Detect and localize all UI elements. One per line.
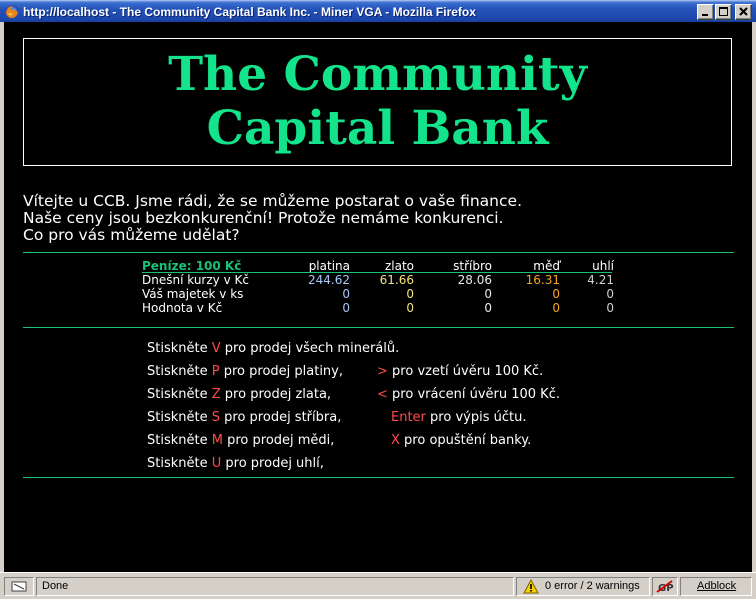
menu-text: pro výpis účtu. xyxy=(430,410,527,425)
bank-title: The Community Capital Bank xyxy=(168,47,587,156)
table-cell: 28.06 xyxy=(457,273,492,287)
menu-text: pro prodej zlata, xyxy=(224,387,332,402)
hotkey: Enter xyxy=(391,410,426,425)
table-cell: 0 xyxy=(406,287,414,301)
menu-text: pro vrácení úvěru 100 Kč. xyxy=(392,387,560,402)
menu-text: pro prodej platiny, xyxy=(223,364,343,379)
menu-item-leave-bank[interactable]: X pro opuštění banky. xyxy=(391,429,531,452)
menu-prefix: Stiskněte xyxy=(147,387,208,402)
table-cell: 4.21 xyxy=(587,273,614,287)
column-header: stříbro xyxy=(453,259,492,273)
menu-item-sell-copper[interactable]: Stiskněte M pro prodej mědi, X pro opušt… xyxy=(147,429,707,452)
menu-text: pro prodej stříbra, xyxy=(224,410,342,425)
table-cell: 0 xyxy=(406,301,414,315)
status-bar: Done 0 error / 2 warnings GP Adblock xyxy=(0,572,756,599)
table-cell: 0 xyxy=(552,287,560,301)
maximize-icon xyxy=(719,7,728,16)
menu-prefix: Stiskněte xyxy=(147,456,208,471)
hotkey: > xyxy=(377,364,388,379)
row-label: Dnešní kurzy v Kč xyxy=(142,273,249,287)
divider xyxy=(23,327,734,328)
menu-prefix: Stiskněte xyxy=(147,410,208,425)
status-text-box: Done xyxy=(36,577,514,596)
close-button[interactable] xyxy=(735,4,752,20)
menu-item-repay-loan[interactable]: < pro vrácení úvěru 100 Kč. xyxy=(377,383,560,406)
window-titlebar[interactable]: http://localhost - The Community Capital… xyxy=(0,0,756,22)
table-cell: 0 xyxy=(484,287,492,301)
menu-prefix: Stiskněte xyxy=(147,341,208,356)
menu-text: pro prodej všech minerálů. xyxy=(224,341,400,356)
table-cell: 0 xyxy=(552,301,560,315)
menu-text: pro vzetí úvěru 100 Kč. xyxy=(392,364,544,379)
menu-text: pro prodej uhlí, xyxy=(225,456,324,471)
gp-icon: GP xyxy=(656,580,674,594)
hotkey: P xyxy=(211,364,220,379)
money-balance: Peníze: 100 Kč xyxy=(142,259,242,273)
menu-item-sell-gold[interactable]: Stiskněte Z pro prodej zlata, < pro vrác… xyxy=(147,383,707,406)
intro-line: Naše ceny jsou bezkonkurenční! Protože n… xyxy=(23,209,504,227)
column-header: měď xyxy=(533,259,560,273)
row-label: Váš majetek v ks xyxy=(142,287,244,301)
bank-banner: The Community Capital Bank xyxy=(23,38,732,166)
proxy-status[interactable]: GP xyxy=(652,577,678,596)
maximize-button[interactable] xyxy=(715,4,732,20)
divider xyxy=(23,252,734,253)
table-header-row: Peníze: 100 Kč platina zlato stříbro měď… xyxy=(142,259,622,273)
menu-item-sell-platinum[interactable]: Stiskněte P pro prodej platiny, > pro vz… xyxy=(147,360,707,383)
minimize-button[interactable] xyxy=(697,4,714,20)
table-cell: 0 xyxy=(606,287,614,301)
menu-item-sell-silver[interactable]: Stiskněte S pro prodej stříbra, Enter pr… xyxy=(147,406,707,429)
firefox-icon xyxy=(5,5,19,19)
hotkey: S xyxy=(211,410,221,425)
status-text: Done xyxy=(42,580,69,592)
menu-prefix: Stiskněte xyxy=(147,364,208,379)
menu-item-account-statement[interactable]: Enter pro výpis účtu. xyxy=(391,406,526,429)
hotkey: X xyxy=(391,433,400,448)
network-icon xyxy=(11,581,27,592)
column-header: platina xyxy=(308,259,350,273)
table-cell: 244.62 xyxy=(308,273,350,287)
menu-prefix: Stiskněte xyxy=(147,433,208,448)
column-header: zlato xyxy=(384,259,414,273)
table-cell: 61.66 xyxy=(379,273,414,287)
key-menu: Stiskněte V pro prodej všech minerálů. S… xyxy=(147,337,707,475)
hotkey: Z xyxy=(211,387,221,402)
table-cell: 16.31 xyxy=(525,273,560,287)
intro-text: Vítejte u CCB. Jsme rádi, že se můžeme p… xyxy=(23,193,743,244)
table-row: Hodnota v Kč 0 0 0 0 0 xyxy=(142,301,622,315)
menu-item-sell-all[interactable]: Stiskněte V pro prodej všech minerálů. xyxy=(147,337,707,360)
close-icon xyxy=(739,7,748,16)
menu-text: pro prodej mědi, xyxy=(227,433,335,448)
error-console-status[interactable]: 0 error / 2 warnings xyxy=(516,577,650,596)
adblock-label: Adblock xyxy=(697,580,737,592)
divider xyxy=(23,477,734,478)
error-count: 0 error / 2 warnings xyxy=(545,580,640,592)
intro-line: Vítejte u CCB. Jsme rádi, že se můžeme p… xyxy=(23,192,522,210)
price-table: Peníze: 100 Kč platina zlato stříbro měď… xyxy=(142,259,622,315)
menu-item-sell-coal[interactable]: Stiskněte U pro prodej uhlí, xyxy=(147,452,707,475)
hotkey: U xyxy=(211,456,222,471)
table-cell: 0 xyxy=(484,301,492,315)
intro-line: Co pro vás můžeme udělat? xyxy=(23,226,240,244)
window-title: http://localhost - The Community Capital… xyxy=(23,5,476,19)
hotkey: M xyxy=(211,433,223,448)
connection-status[interactable] xyxy=(4,577,34,596)
table-cell: 0 xyxy=(342,287,350,301)
menu-item-take-loan[interactable]: > pro vzetí úvěru 100 Kč. xyxy=(377,360,543,383)
table-cell: 0 xyxy=(606,301,614,315)
page-content: The Community Capital Bank Vítejte u CCB… xyxy=(4,22,752,572)
column-header: uhlí xyxy=(592,259,614,273)
hotkey: V xyxy=(211,341,221,356)
menu-text: pro opuštění banky. xyxy=(404,433,532,448)
table-cell: 0 xyxy=(342,301,350,315)
table-row: Váš majetek v ks 0 0 0 0 0 xyxy=(142,287,622,301)
adblock-button[interactable]: Adblock xyxy=(680,577,752,596)
table-row: Dnešní kurzy v Kč 244.62 61.66 28.06 16.… xyxy=(142,273,622,287)
minimize-icon xyxy=(702,14,708,16)
warning-icon xyxy=(523,579,539,594)
row-label: Hodnota v Kč xyxy=(142,301,223,315)
hotkey: < xyxy=(377,387,388,402)
